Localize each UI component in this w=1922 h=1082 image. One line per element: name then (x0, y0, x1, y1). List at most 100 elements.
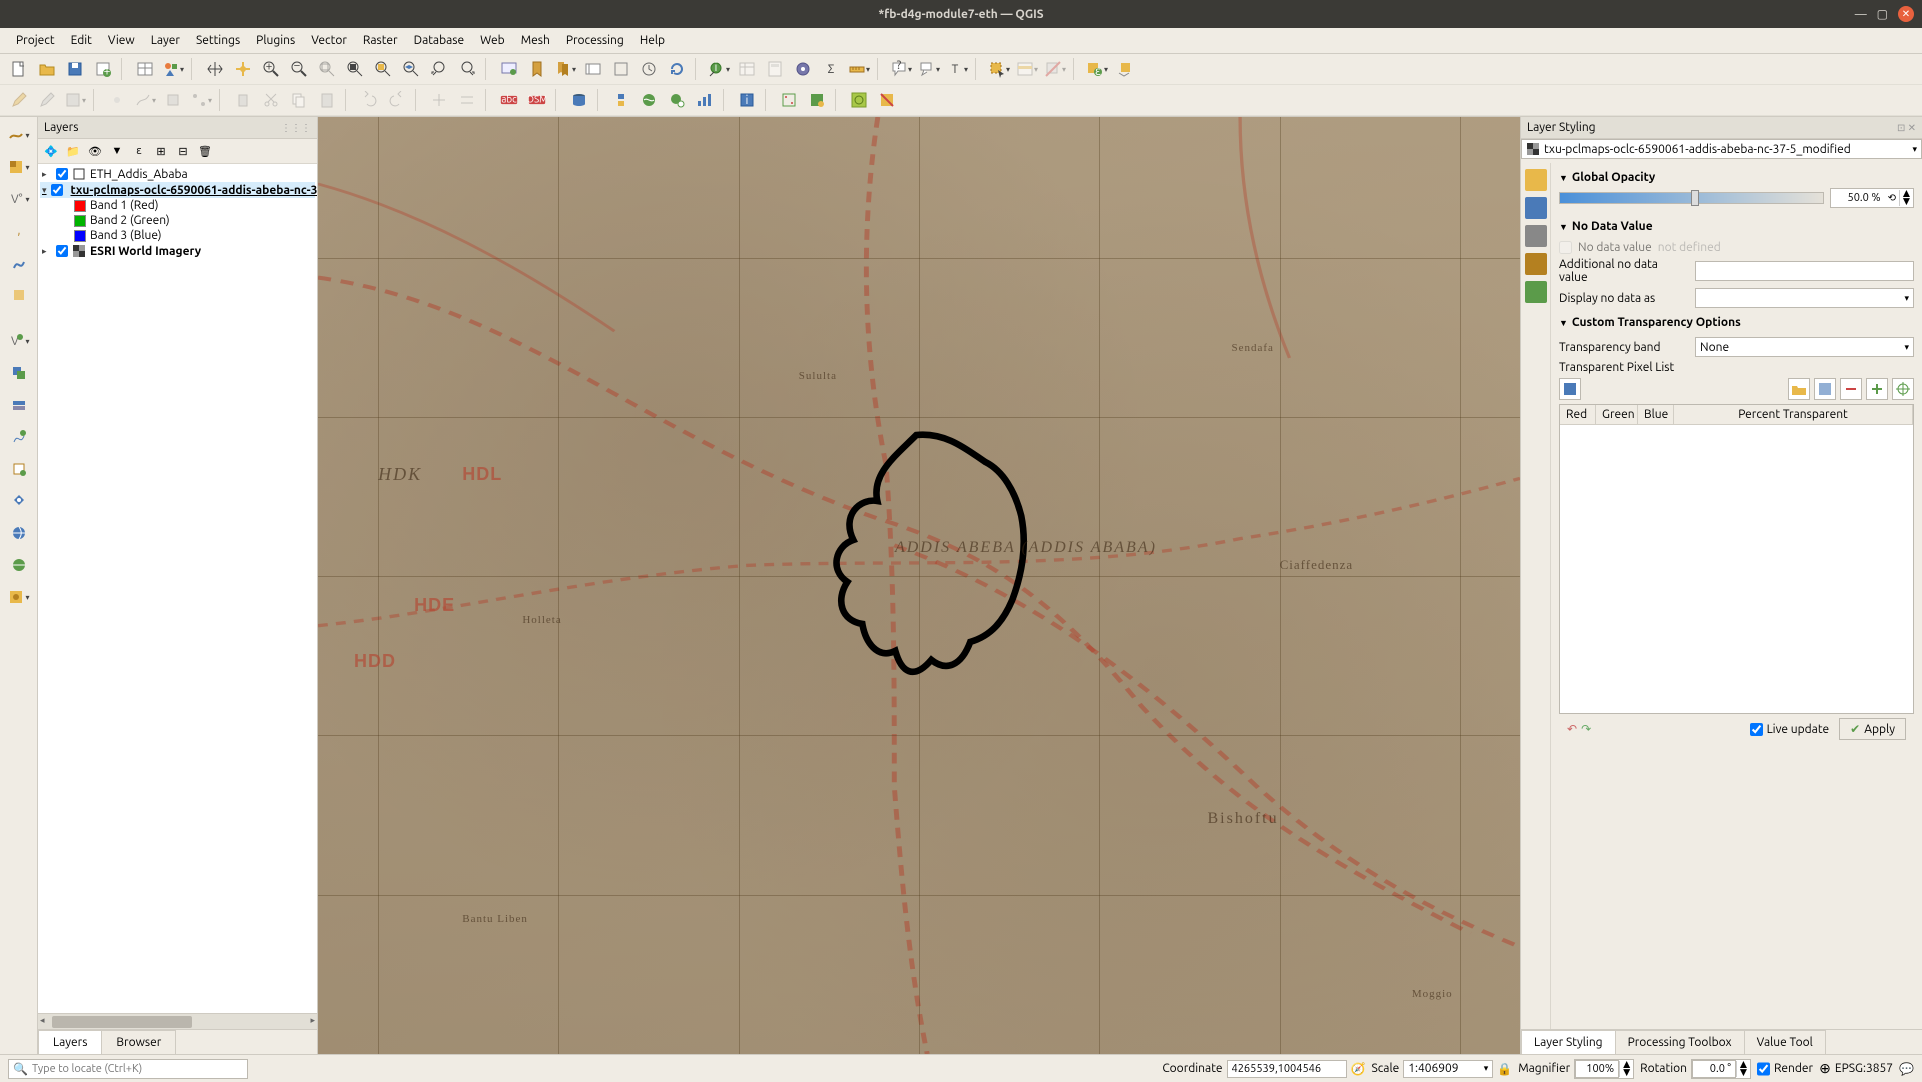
maptips-button[interactable]: ? (888, 56, 914, 82)
panel-drag-handle[interactable]: ⋮⋮⋮ (281, 122, 311, 134)
menu-mesh[interactable]: Mesh (513, 30, 558, 51)
save-project-button[interactable] (62, 56, 88, 82)
opacity-slider[interactable] (1559, 192, 1824, 204)
tree-row-band2[interactable]: Band 2 (Green) (40, 213, 315, 228)
bookmarks-button[interactable] (552, 56, 578, 82)
paste-button[interactable] (314, 87, 340, 113)
locator-input[interactable] (32, 1063, 243, 1075)
menu-plugins[interactable]: Plugins (248, 30, 303, 51)
new-project-button[interactable] (6, 56, 32, 82)
annotation-button[interactable] (916, 56, 942, 82)
style-tab-histogram-icon[interactable] (1525, 225, 1547, 247)
zoom-in-button[interactable]: + (258, 56, 284, 82)
mesh-1-button[interactable] (426, 87, 452, 113)
rotation-spinner[interactable]: ▲▼ (1691, 1059, 1751, 1079)
layer-styling-icon[interactable]: 💠 (42, 142, 60, 160)
edit-pencil-button[interactable] (6, 87, 32, 113)
section-nodata[interactable]: ▼No Data Value (1559, 216, 1914, 237)
python-console-button[interactable] (608, 87, 634, 113)
expand-all-icon[interactable]: ⊞ (152, 142, 170, 160)
menu-edit[interactable]: Edit (63, 30, 100, 51)
cut-button[interactable] (258, 87, 284, 113)
add-row-button[interactable] (1866, 378, 1888, 400)
hcmgis-button[interactable]: abc (496, 87, 522, 113)
osm-search-button[interactable] (636, 87, 662, 113)
map-canvas[interactable]: ADDIS ABEBA (ADDIS ABABA) HDK HDL HDE HD… (318, 117, 1520, 1054)
temporal-button[interactable] (636, 56, 662, 82)
quickosm-button[interactable] (664, 87, 690, 113)
menu-web[interactable]: Web (472, 30, 513, 51)
magnifier-input[interactable] (1575, 1060, 1619, 1078)
tree-row-txu[interactable]: ▾ txu-pclmaps-oclc-6590061-addis-abeba-n… (40, 182, 315, 198)
open-attr-table-button[interactable] (734, 56, 760, 82)
spatial-bookmark-button[interactable] (608, 56, 634, 82)
tree-row-band3[interactable]: Band 3 (Blue) (40, 228, 315, 243)
statistics-button[interactable]: Σ (818, 56, 844, 82)
refresh-button[interactable] (664, 56, 690, 82)
style-manager-button[interactable] (160, 56, 186, 82)
layer-checkbox[interactable] (51, 184, 63, 196)
select-by-expression-button[interactable]: ε (1084, 56, 1110, 82)
apply-button[interactable]: ✔Apply (1839, 718, 1906, 740)
georef-1-button[interactable] (776, 87, 802, 113)
section-custom-transparency[interactable]: ▼Custom Transparency Options (1559, 312, 1914, 333)
additional-nodata-input[interactable] (1695, 261, 1914, 281)
layer-checkbox[interactable] (56, 245, 68, 257)
new-bookmark-button[interactable] (524, 56, 550, 82)
rotation-input[interactable] (1692, 1060, 1736, 1078)
coordinate-toggle-icon[interactable]: 🧭 (1351, 1062, 1366, 1076)
select-by-value-button[interactable] (1014, 56, 1040, 82)
text-annotation-button[interactable]: T (944, 56, 970, 82)
value-tool-button[interactable]: i (734, 87, 760, 113)
tab-processing-toolbox[interactable]: Processing Toolbox (1615, 1030, 1745, 1054)
render-checkbox[interactable] (1757, 1060, 1770, 1078)
menu-project[interactable]: Project (8, 30, 63, 51)
remove-row-button[interactable] (1840, 378, 1862, 400)
live-update-checkbox[interactable] (1750, 723, 1763, 736)
measure-button[interactable] (846, 56, 872, 82)
add-spatialite-button[interactable] (5, 249, 33, 277)
display-nodata-color[interactable]: ▾ (1695, 288, 1914, 308)
pan-button[interactable] (202, 56, 228, 82)
tab-value-tool[interactable]: Value Tool (1744, 1030, 1826, 1054)
zoom-selection-button[interactable] (370, 56, 396, 82)
select-by-location-button[interactable] (1112, 56, 1138, 82)
osm-tag-button[interactable]: OSM (524, 87, 550, 113)
load-from-file-button[interactable] (1788, 378, 1810, 400)
undo-button[interactable] (356, 87, 382, 113)
select-features-button[interactable] (986, 56, 1012, 82)
tree-row-esri[interactable]: ▸ ESRI World Imagery (40, 243, 315, 259)
new-print-layout-button[interactable]: + (90, 56, 116, 82)
new-shapefile-button[interactable] (5, 391, 33, 419)
new-vector-button[interactable]: V° (5, 327, 33, 355)
field-calc-button[interactable] (762, 56, 788, 82)
crs-field[interactable]: ⊕ EPSG:3857 (1819, 1060, 1893, 1077)
maximize-button[interactable]: ▢ (1877, 7, 1888, 21)
locator-search[interactable]: 🔍 (8, 1059, 248, 1079)
render-checkbox-field[interactable]: Render (1757, 1060, 1813, 1078)
layout-manager-button[interactable] (132, 56, 158, 82)
add-virtual-button[interactable] (5, 281, 33, 309)
scrollbar-thumb[interactable] (52, 1016, 192, 1028)
zoom-out-button[interactable]: − (286, 56, 312, 82)
menu-processing[interactable]: Processing (558, 30, 632, 51)
open-project-button[interactable] (34, 56, 60, 82)
filter-by-expr-icon[interactable]: ε (130, 142, 148, 160)
add-delimited-button[interactable]: , (5, 217, 33, 245)
transparency-band-combo[interactable]: None▾ (1695, 337, 1914, 357)
layers-tree[interactable]: ▸ ETH_Addis_Ababa ▾ txu-pclmaps-oclc-659… (38, 164, 317, 1013)
manage-visibility-icon[interactable]: 👁 (86, 142, 104, 160)
tab-browser[interactable]: Browser (101, 1030, 176, 1054)
col-percent[interactable]: Percent Transparent (1674, 405, 1913, 424)
close-button[interactable]: ✕ (1898, 6, 1914, 22)
zoom-native-button[interactable] (314, 56, 340, 82)
add-group-icon[interactable]: 📁 (64, 142, 82, 160)
plugin-manager-button[interactable] (874, 87, 900, 113)
mesh-2-button[interactable] (454, 87, 480, 113)
style-tab-rendering-icon[interactable] (1525, 253, 1547, 275)
messages-icon[interactable]: 💬 (1899, 1062, 1914, 1076)
section-global-opacity[interactable]: ▼Global Opacity (1559, 167, 1914, 188)
new-gpx-button[interactable] (5, 487, 33, 515)
wcs-button[interactable] (5, 583, 33, 611)
zoom-next-button[interactable] (454, 56, 480, 82)
